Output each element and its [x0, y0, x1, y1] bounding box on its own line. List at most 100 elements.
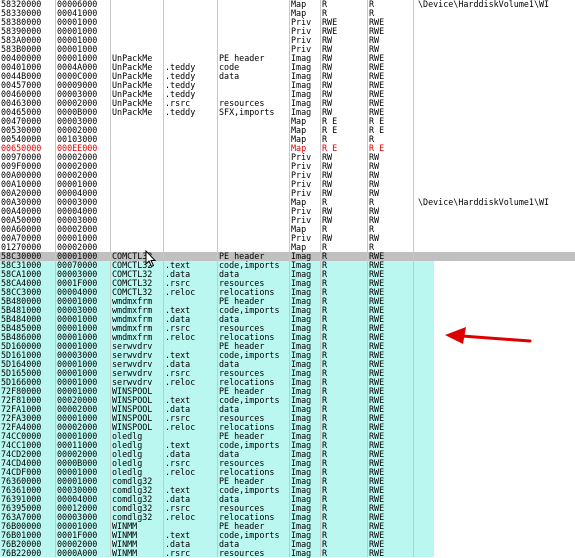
- table-row[interactable]: 72FA3000 00001000 WINSPOOL .rsrc resources Im…: [0, 414, 575, 423]
- table-row[interactable]: 76361000 00030000 comdlg32 .text code,import…: [0, 486, 575, 495]
- table-row[interactable]: 00A30000 00003000 Map R R \Device\HarddiskVol…: [0, 198, 575, 207]
- table-row[interactable]: 72FA1000 00002000 WINSPOOL .data data Imag R RW…: [0, 405, 575, 414]
- table-row[interactable]: 00A20000 00004000 Priv RW RW: [0, 189, 575, 198]
- size-cell: 0004A000: [57, 63, 98, 72]
- contains-cell: PE header: [219, 252, 265, 261]
- initial-access-cell: RWE: [369, 378, 385, 387]
- table-row[interactable]: 72F81000 00020000 WINSPOOL .text code,import…: [0, 396, 575, 405]
- access-cell: R: [322, 360, 328, 369]
- address-cell: 5D166000: [1, 378, 42, 387]
- owner-cell: comdlg32: [112, 504, 153, 513]
- table-row[interactable]: 583A0000 00001000 Priv RW RW: [0, 36, 575, 45]
- table-row[interactable]: 58390000 00001000 Priv RWE RWE: [0, 27, 575, 36]
- section-cell: .rsrc: [165, 504, 191, 513]
- table-row[interactable]: 58CC3000 00004000 COMCTL32 .reloc relocation…: [0, 288, 575, 297]
- initial-access-cell: RWE: [369, 99, 385, 108]
- access-cell: RW: [322, 54, 333, 63]
- table-row[interactable]: 5B480000 00001000 wmdmxfrm PE header Imag R RW…: [0, 297, 575, 306]
- table-row[interactable]: 00401000 0004A000 UnPackMe .teddy code Imag RW…: [0, 63, 575, 72]
- table-row[interactable]: 009F0000 00002000 Priv RW RW: [0, 162, 575, 171]
- section-cell: .teddy: [165, 108, 196, 117]
- table-row[interactable]: 00457000 00009000 UnPackMe .teddy Imag RW RWE: [0, 81, 575, 90]
- table-row[interactable]: 76360000 00001000 comdlg32 PE header Imag R RW…: [0, 477, 575, 486]
- owner-cell: wmdmxfrm: [112, 333, 153, 342]
- table-row[interactable]: 76395000 00012000 comdlg32 .rsrc resources Im…: [0, 504, 575, 513]
- table-row[interactable]: 00A40000 00004000 Priv RW RW: [0, 207, 575, 216]
- table-row[interactable]: 5D161000 00003000 serwvdrv .text code,import…: [0, 351, 575, 360]
- table-row[interactable]: 763A7000 00003000 comdlg32 .reloc relocation…: [0, 513, 575, 522]
- table-row[interactable]: 74CC1000 00011000 oledlg .text code,imports I…: [0, 441, 575, 450]
- size-cell: 00003000: [57, 351, 98, 360]
- table-row[interactable]: 00A50000 00003000 Priv RW RW: [0, 216, 575, 225]
- table-row[interactable]: 72FA4000 00002000 WINSPOOL .reloc relocation…: [0, 423, 575, 432]
- table-row[interactable]: 76B01000 0001F000 WINMM .text code,imports Im…: [0, 531, 575, 540]
- initial-access-cell: RWE: [369, 522, 385, 531]
- access-cell: RW: [322, 216, 333, 225]
- table-row[interactable]: 00A00000 00002000 Priv RW RW: [0, 171, 575, 180]
- size-cell: 00003000: [57, 117, 98, 126]
- table-row[interactable]: 58C31000 00070000 COMCTL32 .text code,import…: [0, 261, 575, 270]
- address-cell: 00A00000: [1, 171, 42, 180]
- table-row[interactable]: 5B481000 00003000 wmdmxfrm .text code,import…: [0, 306, 575, 315]
- table-row[interactable]: 74CD4000 0000B000 oledlg .rsrc resources Imag…: [0, 459, 575, 468]
- table-row[interactable]: 58CA1000 00003000 COMCTL32 .data data Imag R RW…: [0, 270, 575, 279]
- table-row[interactable]: 76391000 00004000 comdlg32 .data data Imag R RW…: [0, 495, 575, 504]
- contains-cell: relocations: [219, 468, 275, 477]
- contains-cell: relocations: [219, 513, 275, 522]
- address-cell: 5D161000: [1, 351, 42, 360]
- table-row[interactable]: 00400000 00001000 UnPackMe PE header Imag RW R…: [0, 54, 575, 63]
- type-cell: Imag: [291, 288, 312, 297]
- table-row[interactable]: 0044B000 0000C000 UnPackMe .teddy data Imag RW…: [0, 72, 575, 81]
- table-row[interactable]: 74CD2000 00002000 oledlg .data data Imag R RWE: [0, 450, 575, 459]
- access-cell: RW: [322, 36, 333, 45]
- table-row[interactable]: 00465000 0000B000 UnPackMe .teddy SFX,import…: [0, 108, 575, 117]
- access-cell: R: [322, 225, 328, 234]
- section-cell: .rsrc: [165, 279, 191, 288]
- table-row[interactable]: 74CDF000 00001000 oledlg .reloc relocations I…: [0, 468, 575, 477]
- contains-cell: relocations: [219, 288, 275, 297]
- initial-access-cell: R E: [369, 117, 385, 126]
- table-row[interactable]: 5D164000 00001000 serwvdrv .data data Imag R RW…: [0, 360, 575, 369]
- type-cell: Priv: [291, 153, 312, 162]
- table-row[interactable]: 58330000 00041000 Map R R: [0, 9, 575, 18]
- table-row[interactable]: 00970000 00002000 Priv RW RW: [0, 153, 575, 162]
- access-cell: R: [322, 387, 328, 396]
- table-row[interactable]: 5D166000 00001000 serwvdrv .reloc relocation…: [0, 378, 575, 387]
- table-row[interactable]: 72F80000 00001000 WINSPOOL PE header Imag R RW…: [0, 387, 575, 396]
- table-row[interactable]: 00463000 00002000 UnPackMe .rsrc resources Im…: [0, 99, 575, 108]
- table-row[interactable]: 58320000 00006000 Map R R \Device\HarddiskVol…: [0, 0, 575, 9]
- table-row[interactable]: 00A70000 00001000 Priv RW RW: [0, 234, 575, 243]
- access-cell: R: [322, 513, 328, 522]
- type-cell: Imag: [291, 81, 312, 90]
- size-cell: 00030000: [57, 486, 98, 495]
- table-row[interactable]: 58CA4000 0001F000 COMCTL32 .rsrc resources Im…: [0, 279, 575, 288]
- contains-cell: data: [219, 72, 240, 81]
- address-cell: 58330000: [1, 9, 42, 18]
- access-cell: RW: [322, 63, 333, 72]
- size-cell: 00003000: [57, 513, 98, 522]
- size-cell: 00001000: [57, 252, 98, 261]
- table-row[interactable]: 583B0000 00001000 Priv RW RW: [0, 45, 575, 54]
- type-cell: Imag: [291, 450, 312, 459]
- table-row[interactable]: 00470000 00003000 Map R E R E: [0, 117, 575, 126]
- access-cell: R: [322, 333, 328, 342]
- table-row[interactable]: 00650000 000EE000 Map R E R E: [0, 144, 575, 153]
- table-row[interactable]: 00540000 00103000 Map R R: [0, 135, 575, 144]
- size-cell: 00001000: [57, 315, 98, 324]
- table-row[interactable]: 00530000 00002000 Map R E R E: [0, 126, 575, 135]
- table-row[interactable]: 58380000 00001000 Priv RWE RWE: [0, 18, 575, 27]
- table-row[interactable]: 00A10000 00001000 Priv RW RW: [0, 180, 575, 189]
- table-row[interactable]: 00460000 00003000 UnPackMe .teddy Imag RW RWE: [0, 90, 575, 99]
- table-row[interactable]: 00A60000 00002000 Map R R: [0, 225, 575, 234]
- table-row[interactable]: 5D165000 00001000 serwvdrv .rsrc resources Im…: [0, 369, 575, 378]
- type-cell: Imag: [291, 387, 312, 396]
- table-row[interactable]: 01270000 00002000 Map R R: [0, 243, 575, 252]
- table-row[interactable]: 74CC0000 00001000 oledlg PE header Imag R RWE: [0, 432, 575, 441]
- table-row[interactable]: 58C30000 00001000 COMCTL32 PE header Imag R RW…: [0, 252, 575, 261]
- table-row[interactable]: 5B484000 00001000 wmdmxfrm .data data Imag R RW…: [0, 315, 575, 324]
- owner-cell: comdlg32: [112, 495, 153, 504]
- table-row[interactable]: 76B20000 00002000 WINMM .data data Imag R RWE: [0, 540, 575, 549]
- access-cell: RW: [322, 207, 333, 216]
- table-row[interactable]: 76B00000 00001000 WINMM PE header Imag R RWE: [0, 522, 575, 531]
- size-cell: 00003000: [57, 306, 98, 315]
